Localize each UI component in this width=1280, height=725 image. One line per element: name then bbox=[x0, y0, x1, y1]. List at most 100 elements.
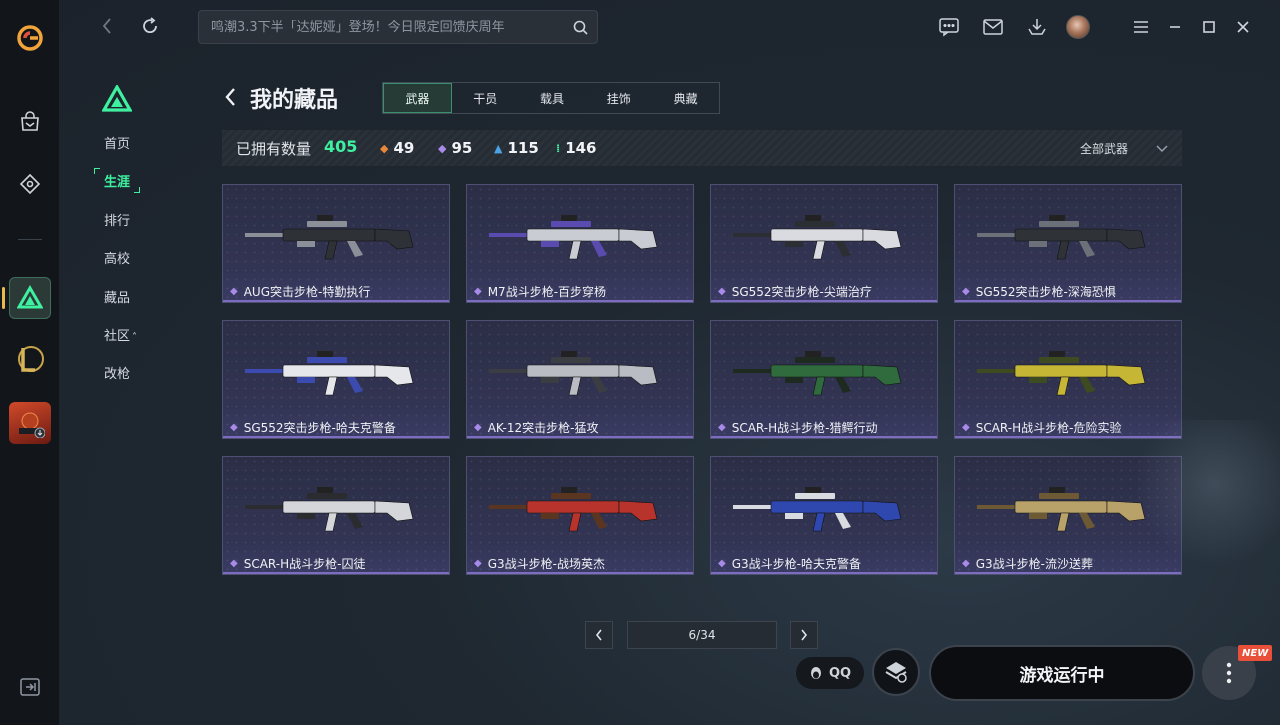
rarity-underline bbox=[467, 436, 693, 438]
weapon-card[interactable]: ◆ AUG突击步枪-特勤执行 bbox=[222, 184, 450, 303]
refresh-icon[interactable] bbox=[140, 16, 160, 40]
tab-collection[interactable]: 典藏 bbox=[652, 83, 719, 113]
weapon-image bbox=[489, 215, 658, 260]
weapon-card-label: ◆ G3战斗步枪-战场英杰 bbox=[474, 554, 687, 572]
weapon-name: G3战斗步枪-战场英杰 bbox=[487, 556, 605, 571]
purple-rarity-icon: ◆ bbox=[962, 285, 970, 297]
weapon-card[interactable]: ◆ SG552突击步枪-哈夫克警备 bbox=[222, 320, 450, 439]
download-icon[interactable] bbox=[1024, 14, 1050, 40]
weapon-card-label: ◆ SG552突击步枪-尖端治疗 bbox=[718, 282, 931, 300]
rarity-purple-value: 95 bbox=[451, 139, 473, 157]
weapon-image bbox=[245, 215, 414, 260]
weapon-card[interactable]: ◆ SCAR-H战斗步枪-猎鳄行动 bbox=[710, 320, 938, 439]
weapon-card[interactable]: ◆ G3战斗步枪-战场英杰 bbox=[466, 456, 694, 575]
tab-charms[interactable]: 挂饰 bbox=[585, 83, 652, 113]
tab-weapons[interactable]: 武器 bbox=[383, 83, 452, 113]
caret-up-icon: ˄ bbox=[132, 332, 138, 343]
league-of-legends-icon[interactable] bbox=[9, 338, 51, 380]
search-icon[interactable] bbox=[563, 20, 597, 35]
rarity-green-value: 146 bbox=[565, 139, 597, 157]
menu-item-career[interactable]: 生涯 bbox=[94, 168, 141, 193]
category-tabs: 武器 干员 载具 挂饰 典藏 bbox=[382, 82, 720, 114]
minimize-icon[interactable] bbox=[1162, 14, 1188, 40]
gamepad-tag-icon[interactable] bbox=[10, 164, 50, 204]
rarity-underline bbox=[711, 572, 937, 574]
maximize-icon[interactable] bbox=[1196, 14, 1222, 40]
search-input[interactable] bbox=[211, 19, 563, 35]
weapon-card[interactable]: ◆ SG552突击步枪-深海恐惧 bbox=[954, 184, 1182, 303]
avatar[interactable] bbox=[1066, 15, 1090, 39]
delta-force-game-icon[interactable] bbox=[9, 277, 51, 319]
prev-page-button[interactable] bbox=[585, 621, 613, 649]
weapon-card[interactable]: ◆ M7战斗步枪-百步穿杨 bbox=[466, 184, 694, 303]
tab-operators[interactable]: 干员 bbox=[452, 83, 519, 113]
tab-vehicles[interactable]: 载具 bbox=[519, 83, 586, 113]
purple-rarity-icon: ◆ bbox=[230, 421, 238, 433]
weapon-card[interactable]: ◆ SCAR-H战斗步枪-囚徒 bbox=[222, 456, 450, 575]
purple-rarity-icon: ◆ bbox=[962, 557, 970, 569]
rail-active-indicator bbox=[2, 287, 5, 309]
purple-rarity-icon: ◆ bbox=[718, 285, 726, 297]
rarity-underline bbox=[467, 300, 693, 302]
layers-button[interactable] bbox=[872, 648, 920, 696]
purple-rarity-icon: ◆ bbox=[962, 421, 970, 433]
weapon-card[interactable]: ◆ SG552突击步枪-尖端治疗 bbox=[710, 184, 938, 303]
menu-item-gunsmith[interactable]: 改枪 bbox=[104, 363, 130, 382]
weapon-name: G3战斗步枪-哈夫克警备 bbox=[731, 556, 861, 571]
weapon-name: SCAR-H战斗步枪-囚徒 bbox=[243, 556, 366, 571]
green-dots-icon: ⁞ bbox=[556, 141, 561, 155]
menu-item-home[interactable]: 首页 bbox=[104, 133, 130, 152]
weapon-filter-dropdown[interactable]: 全部武器 bbox=[1080, 140, 1168, 157]
menu-item-college[interactable]: 高校 bbox=[104, 248, 130, 267]
menu-item-community[interactable]: 社区 ˄ bbox=[104, 325, 137, 344]
weapon-card[interactable]: ◆ G3战斗步枪-哈夫克警备 bbox=[710, 456, 938, 575]
weapon-name: M7战斗步枪-百步穿杨 bbox=[487, 284, 607, 299]
app-logo-icon[interactable] bbox=[16, 24, 44, 52]
top-bar bbox=[60, 0, 1280, 54]
purple-rarity-icon: ◆ bbox=[474, 285, 482, 297]
owned-count-label: 已拥有数量 bbox=[236, 140, 312, 158]
qq-button[interactable]: QQ bbox=[796, 657, 864, 689]
nba-game-icon[interactable] bbox=[9, 402, 51, 444]
weapon-card-label: ◆ SCAR-H战斗步枪-囚徒 bbox=[230, 554, 443, 572]
page-indicator[interactable]: 6/34 bbox=[627, 621, 777, 649]
game-running-button[interactable]: 游戏运行中 bbox=[929, 645, 1195, 701]
chat-bubble-icon[interactable] bbox=[936, 14, 962, 40]
layers-icon bbox=[885, 662, 907, 683]
rail-divider bbox=[18, 239, 42, 240]
delta-force-logo-icon bbox=[101, 83, 133, 117]
qq-label: QQ bbox=[828, 665, 852, 681]
menu-item-collection[interactable]: 藏品 bbox=[104, 287, 130, 306]
weapon-image bbox=[733, 351, 902, 396]
menu-item-career-label: 生涯 bbox=[104, 175, 131, 190]
back-arrow-icon[interactable] bbox=[98, 16, 118, 40]
weapon-image bbox=[977, 351, 1146, 396]
search-bar[interactable] bbox=[198, 10, 598, 44]
weapon-image bbox=[977, 215, 1146, 260]
weapon-image bbox=[489, 487, 658, 532]
back-chevron-icon[interactable] bbox=[222, 86, 240, 112]
purple-rarity-icon: ◆ bbox=[718, 421, 726, 433]
rarity-underline bbox=[223, 572, 449, 574]
menu-item-ranking[interactable]: 排行 bbox=[104, 210, 130, 229]
stats-bar: 已拥有数量 405 ◆ 49 ◆ 95 ▲ 115 ⁞ 146 全部武器 bbox=[222, 130, 1182, 166]
close-icon[interactable] bbox=[1230, 14, 1256, 40]
weapon-image bbox=[245, 351, 414, 396]
mail-icon[interactable] bbox=[980, 14, 1006, 40]
background-lightning bbox=[1120, 420, 1280, 580]
collapse-sidebar-icon[interactable] bbox=[20, 678, 40, 696]
weapon-name: SCAR-H战斗步枪-猎鳄行动 bbox=[731, 420, 878, 435]
rarity-orange-count: ◆ 49 bbox=[380, 139, 414, 157]
rarity-underline bbox=[711, 436, 937, 438]
menu-icon[interactable] bbox=[1128, 14, 1154, 40]
rarity-underline bbox=[955, 300, 1181, 302]
rarity-underline bbox=[223, 300, 449, 302]
weapon-card[interactable]: ◆ AK-12突击步枪-猛攻 bbox=[466, 320, 694, 439]
weapon-image bbox=[245, 487, 414, 532]
vertical-dots-icon bbox=[1226, 662, 1232, 684]
next-page-button[interactable] bbox=[790, 621, 818, 649]
owned-count-value: 405 bbox=[324, 137, 358, 156]
store-bag-icon[interactable] bbox=[10, 102, 50, 142]
purple-rarity-icon: ◆ bbox=[718, 557, 726, 569]
chevron-down-icon bbox=[1156, 142, 1168, 156]
